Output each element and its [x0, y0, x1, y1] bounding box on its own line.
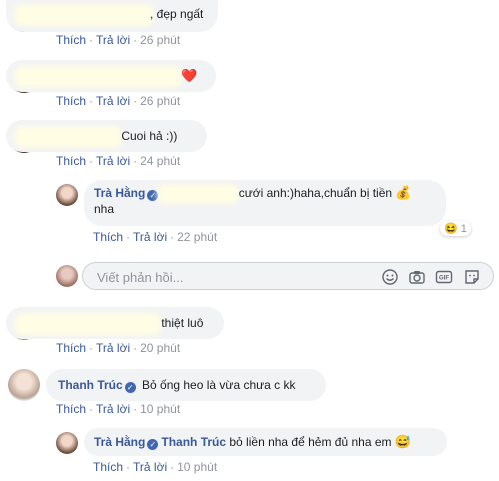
like-link[interactable]: Thích [93, 230, 123, 244]
comment-bubble: thiệt luô [6, 307, 224, 339]
reply-link[interactable]: Trả lời [96, 341, 130, 355]
separator-dot: · [133, 341, 138, 355]
reply-actions: Thích · Trả lời · 22 phút [93, 230, 217, 244]
timestamp[interactable]: 24 phút [140, 154, 180, 168]
like-link[interactable]: Thích [56, 94, 86, 108]
separator-dot: · [133, 33, 138, 47]
emoji-icon[interactable] [381, 268, 399, 286]
comment-bubble: Thanh Trúc ✓ Bỏ ống heo là vừa chưa c kk [46, 369, 326, 401]
reply-input[interactable] [95, 267, 369, 287]
comment-actions: Thích · Trả lời · 10 phút [56, 402, 180, 416]
reaction-count: 1 [460, 223, 467, 235]
comment-actions: Thích · Trả lời · 24 phút [56, 154, 180, 168]
reply-text: bỏ liền nha để hẻm đủ nha em [229, 435, 392, 449]
separator-dot: · [89, 341, 94, 355]
avatar[interactable] [8, 369, 40, 401]
comment-actions: Thích · Trả lời · 20 phút [56, 341, 180, 355]
reply-link[interactable]: Trả lời [133, 460, 167, 474]
redacted-mention [161, 187, 236, 200]
verified-badge-icon: ✓ [147, 190, 159, 201]
comment-text: , đẹp ngất [150, 7, 204, 21]
redacted-name [18, 129, 118, 144]
money-bag-icon: 💰 [395, 185, 412, 200]
redacted-name [18, 316, 158, 331]
comment-actions: Thích · Trả lời · 26 phút [56, 94, 180, 108]
author-name[interactable]: Trà Hằng [94, 435, 145, 449]
reaction-summary[interactable]: 😆 1 [440, 221, 471, 236]
reply-link[interactable]: Trả lời [133, 230, 167, 244]
like-link[interactable]: Thích [56, 154, 86, 168]
reply-actions: Thích · Trả lời · 10 phút [93, 460, 217, 474]
laughing-reaction-icon: 😆 [444, 223, 458, 235]
comment-bubble: , đẹp ngất [6, 0, 218, 32]
comment-text: thiệt luô [161, 316, 204, 330]
camera-icon[interactable] [408, 268, 426, 286]
reply-link[interactable]: Trả lời [96, 402, 130, 416]
reply-composer: GIF [82, 262, 494, 290]
verified-badge-icon: ✓ [124, 382, 136, 393]
separator-dot: · [133, 402, 138, 416]
sticker-icon[interactable] [463, 268, 481, 286]
avatar[interactable] [56, 184, 78, 206]
like-link[interactable]: Thích [93, 460, 123, 474]
gif-icon[interactable]: GIF [435, 268, 453, 286]
reply-bubble: Trà Hằng ✓ cưới anh:)haha,chuẩn bị tiền 💰… [84, 180, 446, 226]
author-name[interactable]: Thanh Trúc [58, 378, 123, 392]
separator-dot: · [89, 94, 94, 108]
comment-bubble: ❤️ [6, 60, 216, 92]
separator-dot: · [89, 402, 94, 416]
avatar[interactable] [56, 432, 78, 454]
separator-dot: · [89, 154, 94, 168]
sweat-smile-icon: 😅 [394, 434, 412, 449]
timestamp[interactable]: 20 phút [140, 341, 180, 355]
comment-actions: Thích · Trả lời · 26 phút [56, 33, 180, 47]
svg-text:GIF: GIF [439, 276, 449, 282]
like-link[interactable]: Thích [56, 33, 86, 47]
heart-icon: ❤️ [181, 68, 198, 83]
separator-dot: · [126, 230, 131, 244]
separator-dot: · [170, 460, 175, 474]
author-name[interactable]: Trà Hằng [94, 186, 145, 200]
separator-dot: · [89, 33, 94, 47]
comment-text: Bỏ ống heo là vừa chưa c kk [142, 378, 296, 392]
verified-badge-icon: ✓ [147, 439, 159, 450]
timestamp[interactable]: 10 phút [140, 402, 180, 416]
redacted-name [18, 7, 150, 22]
mention-link[interactable]: Thanh Trúc [161, 435, 226, 449]
comment-bubble: Cuoi hả :)) [6, 120, 207, 152]
separator-dot: · [133, 94, 138, 108]
redacted-name [18, 69, 178, 84]
reply-text: cưới anh:)haha,chuẩn bị tiền [238, 186, 393, 200]
comment-text: Cuoi hả :)) [121, 129, 178, 143]
reply-bubble: Trà Hằng ✓ Thanh Trúc bỏ liền nha để hẻm đ… [84, 428, 447, 456]
like-link[interactable]: Thích [56, 402, 86, 416]
reply-text-continued: nha [94, 202, 115, 216]
like-link[interactable]: Thích [56, 341, 86, 355]
timestamp[interactable]: 22 phút [177, 230, 217, 244]
separator-dot: · [126, 460, 131, 474]
reply-link[interactable]: Trả lời [96, 33, 130, 47]
current-user-avatar [56, 265, 78, 287]
reply-link[interactable]: Trả lời [96, 94, 130, 108]
separator-dot: · [133, 154, 138, 168]
reply-link[interactable]: Trả lời [96, 154, 130, 168]
timestamp[interactable]: 26 phút [140, 94, 180, 108]
timestamp[interactable]: 10 phút [177, 460, 217, 474]
separator-dot: · [170, 230, 175, 244]
timestamp[interactable]: 26 phút [140, 33, 180, 47]
